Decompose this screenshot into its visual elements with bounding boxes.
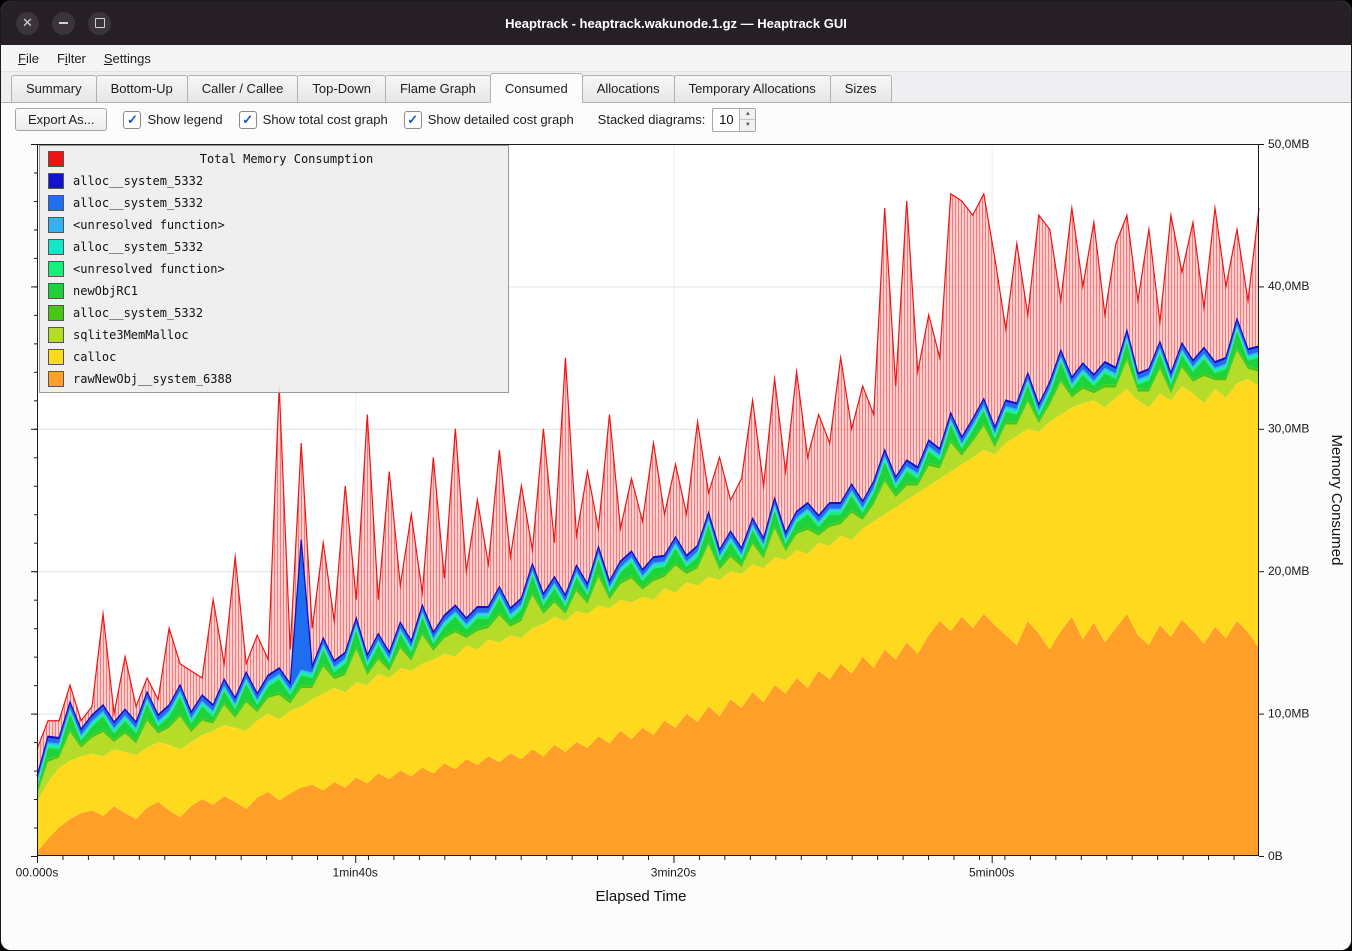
legend-item: alloc__system_5332	[40, 236, 508, 258]
tab-flame-graph[interactable]: Flame Graph	[385, 75, 491, 102]
spin-up-button[interactable]: ▲	[740, 109, 755, 121]
tab-sizes[interactable]: Sizes	[830, 75, 892, 102]
legend-label: calloc	[73, 350, 116, 364]
legend-label: alloc__system_5332	[73, 240, 203, 254]
checkbox-icon: ✓	[404, 111, 422, 129]
close-button[interactable]: ✕	[16, 12, 39, 35]
checkbox-icon: ✓	[123, 111, 141, 129]
legend-label: <unresolved function>	[73, 218, 225, 232]
maximize-button[interactable]	[88, 12, 111, 35]
legend-swatch	[48, 217, 64, 233]
legend-swatch	[48, 283, 64, 299]
tab-temporary-allocations[interactable]: Temporary Allocations	[674, 75, 831, 102]
heaptrack-window: ✕ Heaptrack - heaptrack.wakunode.1.gz — …	[1, 1, 1351, 950]
checkbox-icon: ✓	[239, 111, 257, 129]
menubar: FileFilterSettings	[1, 45, 1351, 72]
toolbar: Export As... ✓ Show legend ✓ Show total cos…	[1, 103, 1351, 136]
stacked-diagrams-label: Stacked diagrams:	[598, 112, 706, 127]
legend-item: calloc	[40, 346, 508, 368]
legend-label: <unresolved function>	[73, 262, 225, 276]
legend-label: newObjRC1	[73, 284, 138, 298]
tab-consumed[interactable]: Consumed	[490, 73, 583, 103]
legend-item: <unresolved function>	[40, 214, 508, 236]
tabbar: SummaryBottom-UpCaller / CalleeTop-DownF…	[1, 72, 1351, 103]
legend-swatch	[48, 305, 64, 321]
spin-down-button[interactable]: ▼	[740, 120, 755, 131]
menu-filter[interactable]: Filter	[48, 48, 95, 69]
legend-item: alloc__system_5332	[40, 192, 508, 214]
tab-bottom-up[interactable]: Bottom-Up	[96, 75, 188, 102]
tab-caller-callee[interactable]: Caller / Callee	[187, 75, 299, 102]
export-as-button[interactable]: Export As...	[15, 108, 107, 131]
legend-item: alloc__system_5332	[40, 170, 508, 192]
menu-settings[interactable]: Settings	[95, 48, 160, 69]
legend-swatch	[48, 327, 64, 343]
legend-item: sqlite3MemMalloc	[40, 324, 508, 346]
legend-swatch	[48, 261, 64, 277]
checkbox-show-detailed-cost-graph[interactable]: ✓ Show detailed cost graph	[404, 111, 574, 129]
chart-legend: Total Memory Consumption alloc__system_53…	[39, 145, 509, 393]
stacked-diagrams-group: Stacked diagrams: 10 ▲ ▼	[598, 108, 757, 132]
legend-title: Total Memory Consumption	[73, 152, 500, 166]
stacked-diagrams-steppers: ▲ ▼	[739, 109, 755, 131]
checkbox-label: Show total cost graph	[263, 112, 388, 127]
legend-label: alloc__system_5332	[73, 174, 203, 188]
legend-swatch	[48, 371, 64, 387]
legend-swatch	[48, 195, 64, 211]
y-axis-title: Memory Consumed	[1328, 435, 1345, 566]
minimize-icon	[59, 22, 68, 24]
stacked-diagrams-spinbox: 10 ▲ ▼	[712, 108, 756, 132]
legend-item: alloc__system_5332	[40, 302, 508, 324]
legend-item: <unresolved function>	[40, 258, 508, 280]
menu-file[interactable]: File	[9, 48, 48, 69]
tab-summary[interactable]: Summary	[11, 75, 97, 102]
checkbox-label: Show legend	[147, 112, 222, 127]
legend-swatch	[48, 239, 64, 255]
legend-item: newObjRC1	[40, 280, 508, 302]
legend-label: alloc__system_5332	[73, 196, 203, 210]
legend-label: rawNewObj__system_6388	[73, 372, 232, 386]
checkbox-show-total-cost-graph[interactable]: ✓ Show total cost graph	[239, 111, 388, 129]
checkbox-show-legend[interactable]: ✓ Show legend	[123, 111, 222, 129]
legend-item: rawNewObj__system_6388	[40, 368, 508, 390]
x-axis-title: Elapsed Time	[1, 888, 1281, 905]
checkbox-label: Show detailed cost graph	[428, 112, 574, 127]
legend-label: alloc__system_5332	[73, 306, 203, 320]
stacked-diagrams-value[interactable]: 10	[713, 109, 739, 131]
legend-header: Total Memory Consumption	[40, 148, 508, 170]
minimize-button[interactable]	[52, 12, 75, 35]
window-controls: ✕	[16, 12, 111, 35]
legend-swatch	[48, 173, 64, 189]
titlebar: ✕ Heaptrack - heaptrack.wakunode.1.gz — …	[1, 1, 1351, 45]
window-title: Heaptrack - heaptrack.wakunode.1.gz — He…	[1, 16, 1351, 31]
tab-allocations[interactable]: Allocations	[582, 75, 675, 102]
legend-swatch	[48, 151, 64, 167]
maximize-icon	[95, 18, 105, 28]
checkbox-group: ✓ Show legend ✓ Show total cost graph ✓ Show …	[123, 111, 573, 129]
legend-swatch	[48, 349, 64, 365]
legend-label: sqlite3MemMalloc	[73, 328, 189, 342]
tab-top-down[interactable]: Top-Down	[297, 75, 386, 102]
chart-panel: Total Memory Consumption alloc__system_53…	[1, 136, 1351, 950]
